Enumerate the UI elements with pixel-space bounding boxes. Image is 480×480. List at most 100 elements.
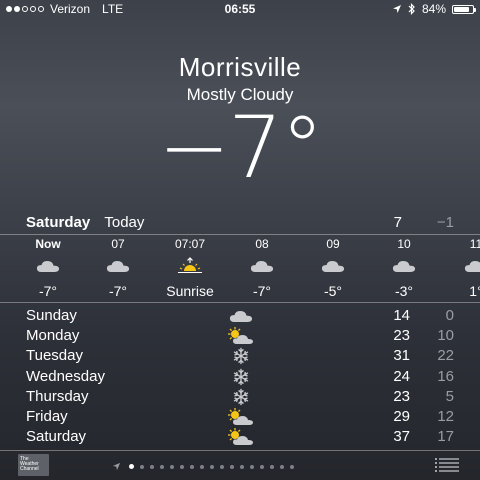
hour-temperature: Sunrise (166, 283, 214, 299)
cloud-icon (88, 253, 148, 279)
hour-time: 09 (326, 237, 340, 251)
battery-icon (452, 4, 476, 14)
hour-column: Now -7° (18, 237, 78, 299)
hour-column: 07:07 Sunrise (160, 237, 220, 299)
day-low: 17 (437, 428, 454, 446)
hour-time: 10 (397, 237, 411, 251)
hour-time: 07 (111, 237, 125, 251)
bluetooth-icon (408, 3, 415, 15)
today-label: Today (104, 214, 145, 231)
page-dot[interactable] (220, 464, 224, 469)
page-dot[interactable] (150, 464, 154, 469)
list-icon[interactable] (434, 457, 460, 473)
battery-percent: 84% (421, 2, 446, 16)
day-name: Saturday (26, 428, 87, 446)
battery-fill (454, 6, 470, 12)
day-low: 16 (437, 367, 454, 385)
page-dot[interactable] (160, 464, 164, 469)
day-row: Thursday 23 5 (26, 387, 454, 407)
day-low: 12 (437, 407, 454, 425)
page-indicator[interactable] (112, 462, 294, 471)
day-row: Saturday 37 17 (26, 427, 454, 447)
day-name: Monday (26, 327, 80, 345)
current-temperature: −7° (158, 98, 324, 198)
cloud-icon (232, 253, 292, 279)
hour-column: 08 -7° (232, 237, 292, 299)
day-row: Sunday 14 0 (26, 306, 454, 326)
partly-sunny-icon (226, 428, 256, 446)
divider-top (0, 234, 480, 235)
snowflake-icon (226, 368, 256, 386)
hour-column: 10 -3° (374, 237, 434, 299)
hour-temperature: -3° (394, 283, 414, 299)
daily-forecast: Sunday 14 0 Monday 23 10 Tuesday 31 22 Wednesda… (26, 306, 454, 447)
status-right: 84% (392, 2, 476, 16)
page-dot[interactable] (170, 464, 174, 469)
status-bar: Verizon LTE 06:55 84% (0, 0, 480, 18)
cloud-icon (226, 307, 256, 325)
page-dot[interactable] (270, 464, 274, 469)
page-dot[interactable] (290, 464, 294, 469)
hour-column: 07 -7° (88, 237, 148, 299)
day-low: 22 (437, 347, 454, 365)
page-dot[interactable] (250, 464, 254, 469)
day-row: Tuesday 31 22 (26, 346, 454, 366)
snowflake-icon (226, 347, 256, 365)
hour-temperature: -7° (38, 283, 58, 299)
hour-temperature: -5° (323, 283, 343, 299)
hour-column: 11 1° (446, 237, 480, 299)
logo-line: Channel (20, 466, 39, 472)
day-high: 29 (393, 407, 410, 425)
today-summary: Saturday Today 7 −1 (26, 214, 454, 232)
page-dot[interactable] (230, 464, 234, 469)
day-high: 14 (393, 307, 410, 324)
partly-sunny-icon (226, 407, 256, 426)
hour-temperature: -7° (252, 283, 272, 299)
divider-bottom (0, 302, 480, 303)
hour-time: Now (35, 237, 61, 251)
page-dot[interactable] (210, 464, 214, 469)
cloud-icon (18, 253, 78, 279)
day-name: Thursday (26, 387, 89, 405)
page-dot[interactable] (280, 464, 284, 469)
day-name: Wednesday (26, 367, 105, 385)
today-low: −1 (436, 214, 454, 231)
day-high: 23 (393, 387, 410, 405)
page-dot[interactable] (200, 464, 204, 469)
today-high: 7 (393, 214, 402, 231)
city-name: Morrisville (178, 52, 302, 82)
day-high: 23 (393, 327, 410, 345)
day-name: Friday (26, 407, 68, 425)
cloud-icon (374, 253, 434, 279)
day-row: Wednesday 24 16 (26, 367, 454, 387)
page-dot[interactable] (190, 464, 194, 469)
day-name: Sunday (26, 307, 77, 324)
day-name: Tuesday (26, 347, 83, 365)
day-low: 0 (445, 307, 454, 324)
partly-sunny-icon (226, 327, 256, 345)
page-dot[interactable] (140, 464, 144, 469)
day-high: 37 (393, 428, 410, 446)
bottom-bar: The Weather Channel (0, 448, 480, 480)
day-low: 5 (445, 387, 454, 405)
hour-time: 07:07 (174, 237, 206, 251)
day-row: Friday 29 12 (26, 407, 454, 427)
page-dot[interactable] (240, 464, 244, 469)
day-high: 24 (393, 367, 410, 385)
cloud-icon (303, 253, 363, 279)
location-arrow-icon (112, 462, 121, 471)
day-high: 31 (393, 347, 410, 365)
snowflake-icon (226, 388, 256, 406)
page-dot[interactable] (129, 464, 134, 469)
weather-channel-logo[interactable]: The Weather Channel (18, 454, 49, 476)
page-dot[interactable] (260, 464, 264, 469)
hour-time: 08 (255, 237, 269, 251)
hour-temperature: 1° (469, 283, 480, 299)
day-low: 10 (437, 327, 454, 345)
page-dot[interactable] (180, 464, 184, 469)
hour-column: 09 -5° (303, 237, 363, 299)
day-row: Monday 23 10 (26, 326, 454, 346)
hourly-forecast[interactable]: Now -7° 07 -7° 07:07 Sunrise 08 -7° 09 -5° 10 -3° 1… (0, 237, 480, 299)
today-day: Saturday (26, 214, 91, 231)
cloud-icon (446, 253, 480, 279)
